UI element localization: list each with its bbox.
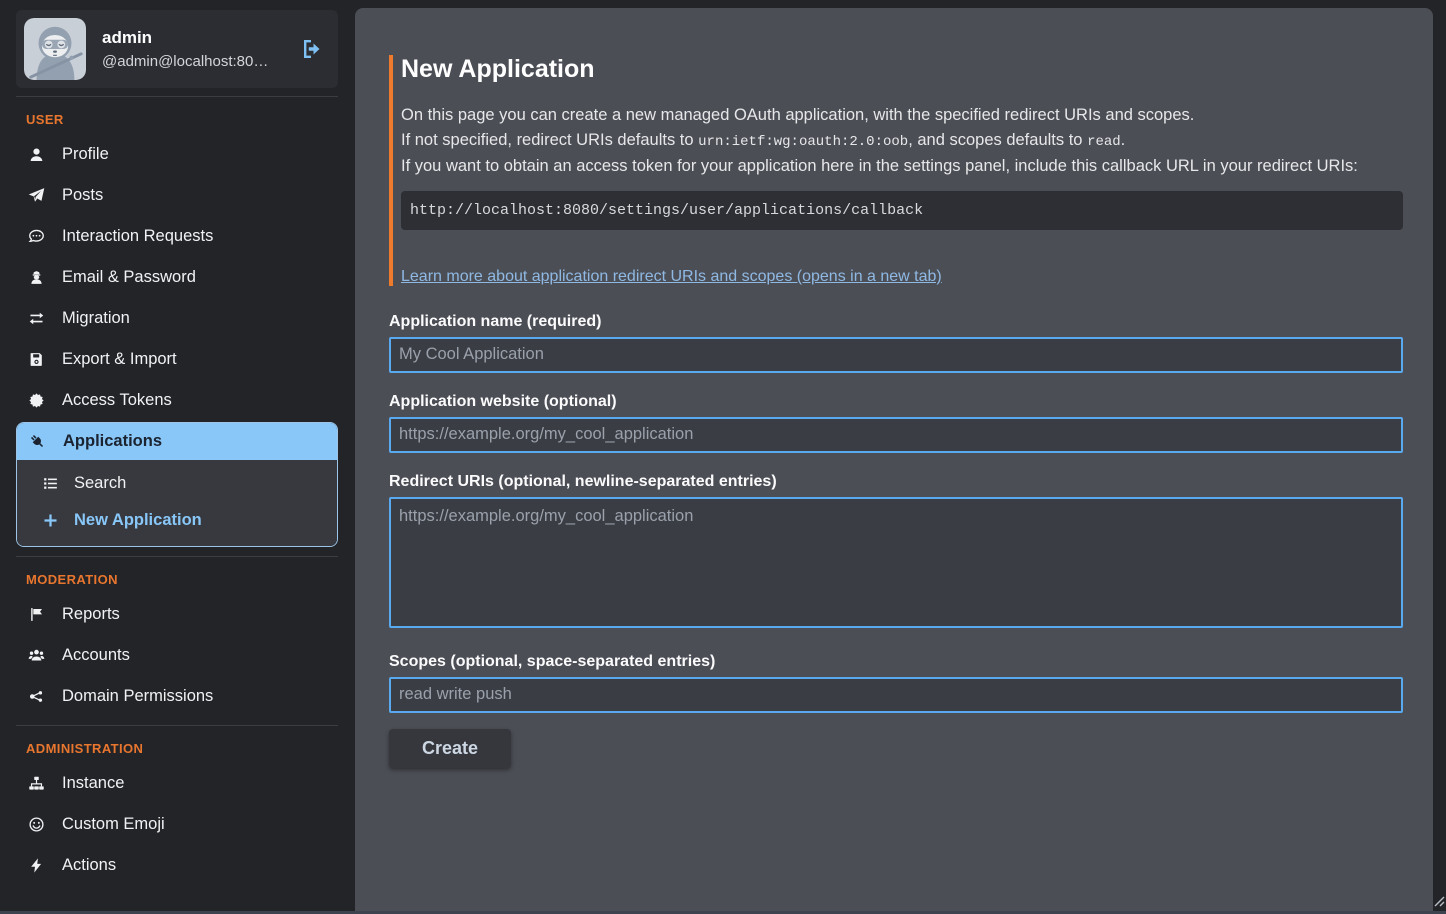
intro-paragraph: On this page you can create a new manage… xyxy=(401,103,1403,179)
sitemap-icon xyxy=(26,775,46,792)
intro-line-1: On this page you can create a new manage… xyxy=(401,106,1194,124)
avatar xyxy=(24,18,86,80)
plug-icon xyxy=(27,433,47,450)
new-application-form: Application name (required) Application … xyxy=(389,313,1403,768)
user-secret-icon xyxy=(26,269,46,286)
sidebar-item-label: Custom Emoji xyxy=(62,815,165,834)
sidebar-item-accounts[interactable]: Accounts xyxy=(16,635,338,676)
sidebar-divider xyxy=(16,96,338,97)
sidebar-item-label: Posts xyxy=(62,186,103,205)
intro-line-2: If not specified, redirect URIs defaults… xyxy=(401,131,1125,149)
sloth-avatar-image xyxy=(24,18,86,80)
intro-line-3: If you want to obtain an access token fo… xyxy=(401,157,1358,175)
sidebar-item-label: Interaction Requests xyxy=(62,227,213,246)
sidebar-item-posts[interactable]: Posts xyxy=(16,175,338,216)
create-button[interactable]: Create xyxy=(389,729,511,768)
application-website-input[interactable] xyxy=(389,417,1403,453)
sidebar-item-label: Domain Permissions xyxy=(62,687,213,706)
callback-url-code-block[interactable]: http://localhost:8080/settings/user/appl… xyxy=(401,191,1403,230)
sidebar-item-access-tokens[interactable]: Access Tokens xyxy=(16,380,338,421)
save-icon xyxy=(26,351,46,368)
scopes-label: Scopes (optional, space-separated entrie… xyxy=(389,653,1403,671)
sidebar-item-domain-permissions[interactable]: Domain Permissions xyxy=(16,676,338,717)
section-header-moderation: MODERATION xyxy=(26,572,338,587)
application-name-field: Application name (required) xyxy=(389,313,1403,373)
logout-icon[interactable] xyxy=(300,37,324,61)
sidebar-item-reports[interactable]: Reports xyxy=(16,594,338,635)
smile-icon xyxy=(26,816,46,833)
learn-more-link[interactable]: Learn more about application redirect UR… xyxy=(401,268,942,285)
sidebar-item-label: Profile xyxy=(62,145,109,164)
sidebar-item-label: Migration xyxy=(62,309,130,328)
window-resize-grip[interactable] xyxy=(1431,893,1445,912)
sidebar-item-interaction-requests[interactable]: Interaction Requests xyxy=(16,216,338,257)
applications-block: Applications Search New Application xyxy=(16,422,338,547)
sidebar-item-applications-new[interactable]: New Application xyxy=(17,502,337,539)
sidebar-item-actions[interactable]: Actions xyxy=(16,845,338,886)
bolt-icon xyxy=(26,857,46,874)
sidebar-divider xyxy=(16,556,338,557)
sidebar-item-label: Email & Password xyxy=(62,268,196,287)
page-header: New Application On this page you can cre… xyxy=(389,55,1403,286)
application-website-field: Application website (optional) xyxy=(389,393,1403,453)
applications-submenu: Search New Application xyxy=(17,460,337,546)
sidebar: admin @admin@localhost:80… USER Profile xyxy=(0,0,355,914)
user-icon xyxy=(26,146,46,163)
list-icon xyxy=(40,475,60,492)
users-icon xyxy=(26,647,46,664)
scopes-field: Scopes (optional, space-separated entrie… xyxy=(389,653,1403,713)
flag-icon xyxy=(26,606,46,623)
sidebar-item-label: Applications xyxy=(63,432,162,451)
sidebar-item-label: Actions xyxy=(62,856,116,875)
sidebar-item-email-password[interactable]: Email & Password xyxy=(16,257,338,298)
sidebar-item-label: New Application xyxy=(74,511,202,530)
user-card[interactable]: admin @admin@localhost:80… xyxy=(16,10,338,88)
exchange-icon xyxy=(26,310,46,327)
redirect-uris-field: Redirect URIs (optional, newline-separat… xyxy=(389,473,1403,633)
learn-more-row: Learn more about application redirect UR… xyxy=(401,268,1403,286)
section-header-administration: ADMINISTRATION xyxy=(26,741,338,756)
inline-code-oob: urn:ietf:wg:oauth:2.0:oob xyxy=(698,134,908,150)
share-nodes-icon xyxy=(26,688,46,705)
certificate-icon xyxy=(26,392,46,409)
sidebar-item-applications-search[interactable]: Search xyxy=(17,465,337,502)
sidebar-item-applications[interactable]: Applications xyxy=(17,423,337,460)
sidebar-item-label: Access Tokens xyxy=(62,391,172,410)
user-handle: @admin@localhost:80… xyxy=(102,53,268,70)
page-title: New Application xyxy=(401,55,1403,84)
paper-plane-icon xyxy=(26,187,46,204)
sidebar-item-label: Accounts xyxy=(62,646,130,665)
redirect-uris-textarea[interactable] xyxy=(389,497,1403,628)
sidebar-item-instance[interactable]: Instance xyxy=(16,763,338,804)
main-panel: New Application On this page you can cre… xyxy=(355,8,1433,914)
sidebar-item-label: Instance xyxy=(62,774,124,793)
redirect-uris-label: Redirect URIs (optional, newline-separat… xyxy=(389,473,1403,491)
comment-dots-icon xyxy=(26,228,46,245)
scopes-input[interactable] xyxy=(389,677,1403,713)
sidebar-item-custom-emoji[interactable]: Custom Emoji xyxy=(16,804,338,845)
inline-code-read: read xyxy=(1087,134,1121,150)
user-name: admin xyxy=(102,28,268,48)
section-header-user: USER xyxy=(26,112,338,127)
application-website-label: Application website (optional) xyxy=(389,393,1403,411)
sidebar-item-label: Reports xyxy=(62,605,120,624)
sidebar-item-label: Export & Import xyxy=(62,350,177,369)
sidebar-item-migration[interactable]: Migration xyxy=(16,298,338,339)
user-meta: admin @admin@localhost:80… xyxy=(102,28,268,70)
plus-icon xyxy=(40,512,60,529)
application-name-label: Application name (required) xyxy=(389,313,1403,331)
sidebar-item-label: Search xyxy=(74,474,126,493)
application-name-input[interactable] xyxy=(389,337,1403,373)
sidebar-item-profile[interactable]: Profile xyxy=(16,134,338,175)
app-layout: admin @admin@localhost:80… USER Profile xyxy=(0,0,1446,914)
sidebar-divider xyxy=(16,725,338,726)
sidebar-item-export-import[interactable]: Export & Import xyxy=(16,339,338,380)
